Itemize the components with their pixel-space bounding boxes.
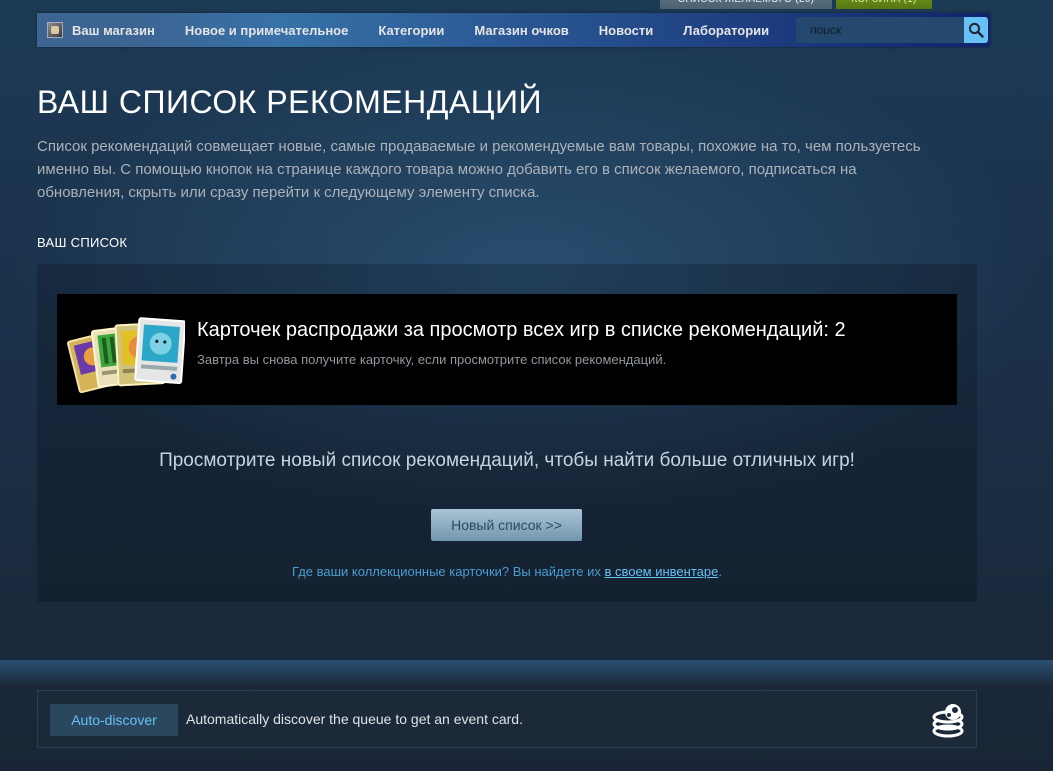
section-divider bbox=[0, 660, 1053, 686]
store-nav-bar: Ваш магазин Новое и примечательное Катег… bbox=[37, 13, 990, 47]
nav-your-store[interactable]: Ваш магазин bbox=[37, 13, 170, 47]
queue-section-label: ВАШ СПИСОК bbox=[37, 235, 128, 250]
cart-tab[interactable]: КОРЗИНА (1) bbox=[836, 0, 932, 9]
nav-your-store-label: Ваш магазин bbox=[72, 22, 155, 38]
new-queue-prompt: Просмотрите новый список рекомендаций, ч… bbox=[159, 450, 855, 471]
inventory-link[interactable]: в своем инвентаре bbox=[604, 564, 718, 579]
auto-discover-button[interactable]: Auto-discover bbox=[50, 704, 178, 736]
nav-categories[interactable]: Категории bbox=[363, 13, 459, 47]
nav-news[interactable]: Новости bbox=[584, 13, 669, 47]
inventory-note-end: . bbox=[718, 564, 722, 579]
search-box bbox=[796, 17, 988, 43]
top-utility-tabs: СПИСОК ЖЕЛАЕМОГО (20) КОРЗИНА (1) bbox=[660, 0, 932, 9]
sale-cards-title: Карточек распродажи за просмотр всех игр… bbox=[197, 319, 846, 341]
page-description: Список рекомендаций совмещает новые, сам… bbox=[37, 138, 921, 201]
page-title: ВАШ СПИСОК РЕКОМЕНДАЦИЙ bbox=[37, 84, 542, 120]
sale-cards-subtitle: Завтра вы снова получите карточку, если … bbox=[197, 352, 667, 367]
trading-cards-icon bbox=[67, 317, 185, 394]
nav-labs[interactable]: Лаборатории bbox=[668, 13, 784, 47]
steam-coins-icon bbox=[932, 704, 964, 738]
search-button[interactable] bbox=[964, 17, 988, 43]
search-input[interactable] bbox=[796, 17, 964, 43]
search-icon bbox=[968, 22, 984, 38]
auto-discover-text: Automatically discover the queue to get … bbox=[186, 711, 523, 727]
new-queue-button[interactable]: Новый список >> bbox=[431, 509, 582, 541]
nav-new-noteworthy[interactable]: Новое и примечательное bbox=[170, 13, 364, 47]
discovery-queue-panel: Карточек распродажи за просмотр всех игр… bbox=[37, 264, 977, 602]
inventory-note: Где ваши коллекционные карточки? Вы найд… bbox=[37, 564, 977, 579]
sale-cards-banner: Карточек распродажи за просмотр всех игр… bbox=[57, 294, 957, 405]
wishlist-tab[interactable]: СПИСОК ЖЕЛАЕМОГО (20) bbox=[660, 0, 832, 9]
auto-discover-bar: Auto-discover Automatically discover the… bbox=[37, 690, 977, 748]
nav-points-shop[interactable]: Магазин очков bbox=[459, 13, 583, 47]
inventory-note-text: Где ваши коллекционные карточки? Вы найд… bbox=[292, 564, 605, 579]
user-avatar-icon bbox=[47, 22, 63, 38]
